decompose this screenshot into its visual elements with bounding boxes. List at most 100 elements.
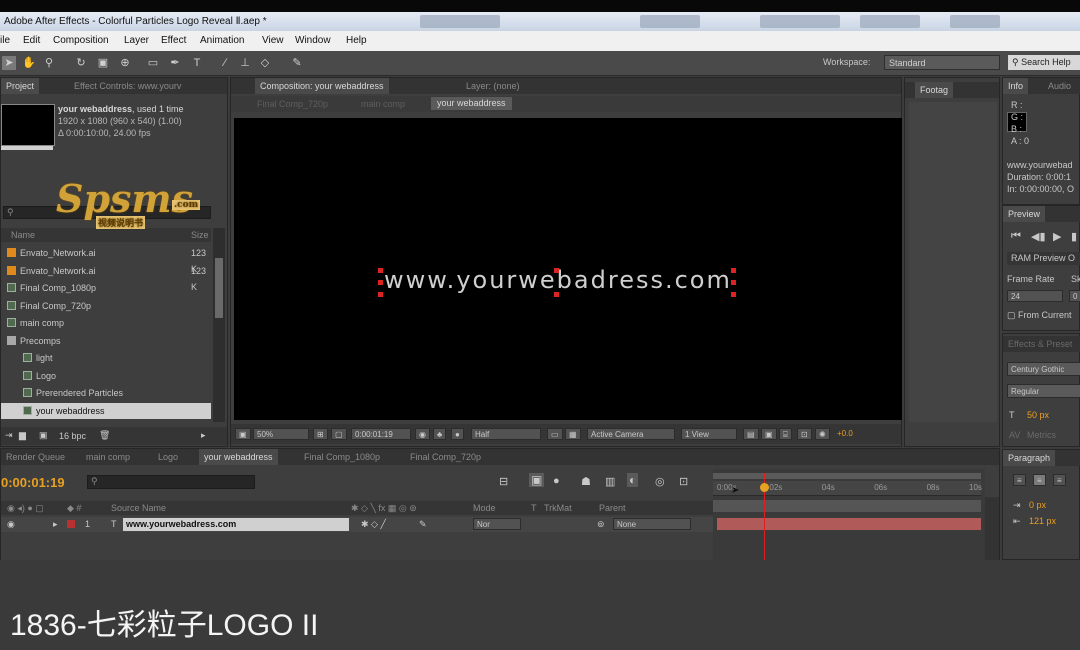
project-item[interactable]: light [1, 350, 211, 366]
bbox-handle[interactable] [554, 292, 559, 297]
menu-window[interactable]: Window [295, 31, 331, 51]
project-item[interactable]: Envato_Network.ai 123 K [1, 245, 211, 274]
interpret-footage-icon[interactable]: ⇥ [5, 430, 13, 441]
pixel-aspect-icon[interactable]: ▤ [743, 428, 759, 440]
project-item[interactable]: Envato_Network.ai 123 K [1, 263, 211, 292]
menu-composition[interactable]: Composition [53, 31, 109, 51]
layer-pen-icon[interactable]: ✎ [419, 517, 427, 532]
breadcrumb-item[interactable]: main comp [361, 99, 405, 109]
flowchart-icon[interactable]: ⊡ [797, 428, 812, 440]
ram-preview-options[interactable]: RAM Preview O [1007, 252, 1080, 265]
channel-icon[interactable]: ● [451, 428, 464, 440]
brush-tool-icon[interactable]: ∕ [218, 56, 232, 70]
zoom-select[interactable]: 50% [253, 428, 309, 440]
menu-help[interactable]: Help [346, 31, 367, 51]
trash-icon[interactable]: 🗑 [99, 430, 110, 441]
fast-previews-icon[interactable]: ▣ [761, 428, 777, 440]
space-value[interactable]: 121 px [1029, 516, 1056, 526]
col-mode[interactable]: Mode [473, 501, 496, 515]
layer-duration-bar[interactable] [717, 518, 981, 530]
playhead-handle[interactable] [759, 483, 769, 492]
time-ruler[interactable]: 0:00s 02s 04s 06s 08s 10s [713, 481, 982, 496]
tab-final-comp-1080p[interactable]: Final Comp_1080p [299, 449, 385, 465]
zoom-tool-icon[interactable]: ⚲ [42, 56, 56, 70]
col-trkmat[interactable]: TrkMat [544, 501, 572, 515]
comp-mini-flowchart-icon[interactable]: ⊟ [499, 475, 508, 488]
transparency-grid-icon[interactable]: ▦ [565, 428, 581, 440]
bpc-label[interactable]: 16 bpc [59, 431, 86, 441]
hand-tool-icon[interactable]: ✋ [22, 56, 36, 70]
work-area-bar[interactable] [713, 473, 981, 479]
camera-tool-icon[interactable]: ▣ [96, 56, 110, 70]
selection-tool-icon[interactable]: ➤ [2, 56, 16, 70]
search-help-input[interactable]: ⚲ Search Help [1008, 55, 1080, 70]
col-name[interactable]: Name [11, 228, 35, 242]
layer-switches-icon[interactable]: ✱ ◇ ╱ [361, 517, 386, 532]
tab-audio[interactable]: Audio [1043, 78, 1076, 94]
timeline-layer-row[interactable]: ◉ ▸ 1 T www.yourwebadress.com ✱ ◇ ╱ ✎ No… [1, 517, 713, 532]
visibility-icon[interactable]: ◉ [7, 517, 15, 532]
label-color-swatch[interactable] [67, 520, 75, 528]
align-center-icon[interactable]: ≡ [1033, 474, 1046, 486]
project-item[interactable]: Final Comp_1080p [1, 280, 211, 296]
new-folder-icon[interactable]: ▆ [19, 430, 26, 441]
project-item[interactable]: Logo [1, 368, 211, 384]
scroll-right-icon[interactable]: ▸ [201, 430, 206, 441]
menu-effect[interactable]: Effect [161, 31, 186, 51]
breadcrumb-item[interactable]: Final Comp_720p [257, 99, 328, 109]
bbox-handle[interactable] [731, 292, 736, 297]
frame-blending-icon[interactable]: ▥ [605, 475, 615, 488]
current-time-display[interactable]: 0:00:01:19 [351, 428, 411, 440]
project-item[interactable]: your webaddress [1, 402, 211, 419]
font-size-value[interactable]: 50 px [1027, 410, 1049, 420]
exposure-icon[interactable]: ✺ [815, 428, 830, 440]
tab-info[interactable]: Info [1003, 78, 1029, 94]
previous-frame-icon[interactable]: ◀▮ [1031, 230, 1046, 243]
skip-input[interactable]: 0 [1069, 290, 1080, 302]
tab-footage[interactable]: Footag [915, 82, 954, 98]
from-current-checkbox[interactable]: ▢ From Current [1007, 310, 1072, 321]
bbox-handle[interactable] [731, 268, 736, 273]
workspace-select[interactable]: Standard [884, 55, 1000, 70]
tab-render-queue[interactable]: Render Queue [1, 449, 70, 465]
tab-composition[interactable]: Composition: your webaddress [255, 78, 389, 94]
pan-behind-tool-icon[interactable]: ⊕ [118, 56, 132, 70]
project-item[interactable]: Prerendered Particles [1, 385, 211, 401]
menu-file[interactable]: ile [0, 31, 10, 51]
shy-layers-icon[interactable]: ☗ [581, 475, 591, 488]
menu-edit[interactable]: Edit [23, 31, 40, 51]
safe-zones-icon[interactable]: ⊞ [313, 428, 328, 440]
timeline-icon[interactable]: ⌸ [779, 428, 792, 440]
menu-view[interactable]: View [262, 31, 284, 51]
graph-editor-icon[interactable]: ◎ [655, 475, 665, 488]
motion-blur-icon[interactable]: ◐ [627, 473, 639, 487]
menu-animation[interactable]: Animation [200, 31, 244, 51]
tab-preview[interactable]: Preview [1003, 206, 1046, 222]
project-item[interactable]: Precomps [1, 333, 211, 349]
tab-main-comp[interactable]: main comp [81, 449, 135, 465]
bbox-handle[interactable] [378, 292, 383, 297]
rotate-tool-icon[interactable]: ↻ [74, 56, 88, 70]
show-snapshot-icon[interactable]: ♣ [433, 428, 447, 440]
bbox-handle[interactable] [731, 280, 736, 285]
roto-brush-tool-icon[interactable]: ✎ [290, 56, 304, 70]
draft-3d-icon[interactable]: ● [553, 475, 560, 487]
type-tool-icon[interactable]: T [190, 56, 204, 70]
project-scrollbar[interactable] [213, 228, 225, 422]
col-parent[interactable]: Parent [599, 501, 626, 515]
tab-effects-presets[interactable]: Effects & Preset [1003, 336, 1077, 352]
indent-value[interactable]: 0 px [1029, 500, 1046, 510]
align-left-icon[interactable]: ≡ [1013, 474, 1026, 486]
resolution-select[interactable]: Half [471, 428, 541, 440]
snapshot-icon[interactable]: ◉ [415, 428, 430, 440]
layer-mode-select[interactable]: Nor [473, 518, 521, 530]
next-frame-icon[interactable]: ▮ [1071, 230, 1077, 243]
breadcrumb-item-active[interactable]: your webaddress [431, 97, 512, 110]
layer-parent-select[interactable]: None [613, 518, 691, 530]
bbox-handle[interactable] [554, 268, 559, 273]
exposure-value[interactable]: +0.0 [837, 429, 853, 438]
project-item[interactable]: Final Comp_720p [1, 298, 211, 314]
bbox-handle[interactable] [378, 280, 383, 285]
frame-rate-select[interactable]: 24 [1007, 290, 1063, 302]
timeline-current-time[interactable]: 0:00:01:19 [1, 475, 65, 490]
